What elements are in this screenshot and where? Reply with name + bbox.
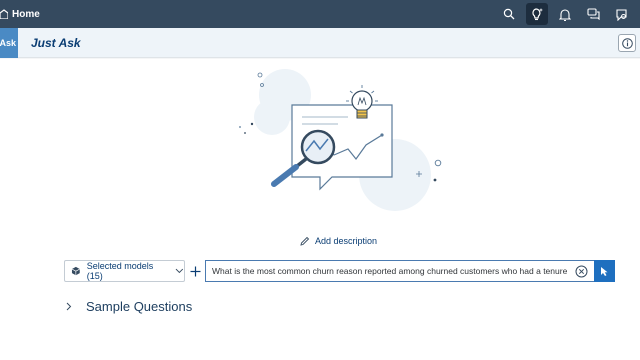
info-button[interactable]: [618, 34, 636, 52]
empty-state-illustration: [239, 69, 442, 211]
help-button[interactable]: [610, 3, 632, 25]
search-icon: [503, 8, 515, 20]
lightbulb-ai-icon: [532, 8, 543, 21]
page-header: Ask Just Ask: [0, 28, 640, 58]
add-description-link[interactable]: Add description: [300, 236, 377, 246]
cube-icon: [71, 266, 80, 276]
bell-icon: [559, 8, 571, 21]
question-input[interactable]: What is the most common churn reason rep…: [205, 260, 594, 282]
help-chat-icon: [615, 8, 627, 21]
home-label: Home: [12, 8, 40, 20]
sample-questions-label: Sample Questions: [86, 299, 193, 314]
chat-icon: [586, 8, 600, 20]
shell-actions: [498, 3, 632, 25]
clear-icon[interactable]: [575, 265, 588, 278]
page-title: Just Ask: [31, 36, 81, 50]
home-link[interactable]: Home: [0, 9, 40, 20]
question-text: What is the most common churn reason rep…: [212, 266, 568, 276]
model-selector[interactable]: Selected models (15): [64, 260, 185, 282]
shell-bar: Home: [0, 0, 640, 28]
plus-icon: [190, 266, 200, 276]
info-icon: [621, 37, 633, 49]
chevron-down-icon: [175, 268, 184, 274]
add-description-label: Add description: [315, 236, 378, 246]
ask-badge: Ask: [0, 28, 18, 58]
add-model-button[interactable]: [185, 260, 205, 282]
chevron-right-icon: [66, 302, 72, 311]
sample-questions-toggle[interactable]: Sample Questions: [66, 299, 192, 314]
main-content: Add description Selected models (15) Wha…: [0, 59, 640, 360]
home-icon: [0, 9, 8, 19]
search-button[interactable]: [498, 3, 520, 25]
messages-button[interactable]: [582, 3, 604, 25]
submit-button[interactable]: [594, 260, 615, 282]
notifications-button[interactable]: [554, 3, 576, 25]
cursor-pointer-icon: [601, 266, 608, 276]
just-ask-button[interactable]: [526, 3, 548, 25]
models-label: Selected models (15): [86, 261, 154, 281]
query-bar: Selected models (15) What is the most co…: [64, 260, 615, 282]
pencil-icon: [300, 236, 310, 246]
